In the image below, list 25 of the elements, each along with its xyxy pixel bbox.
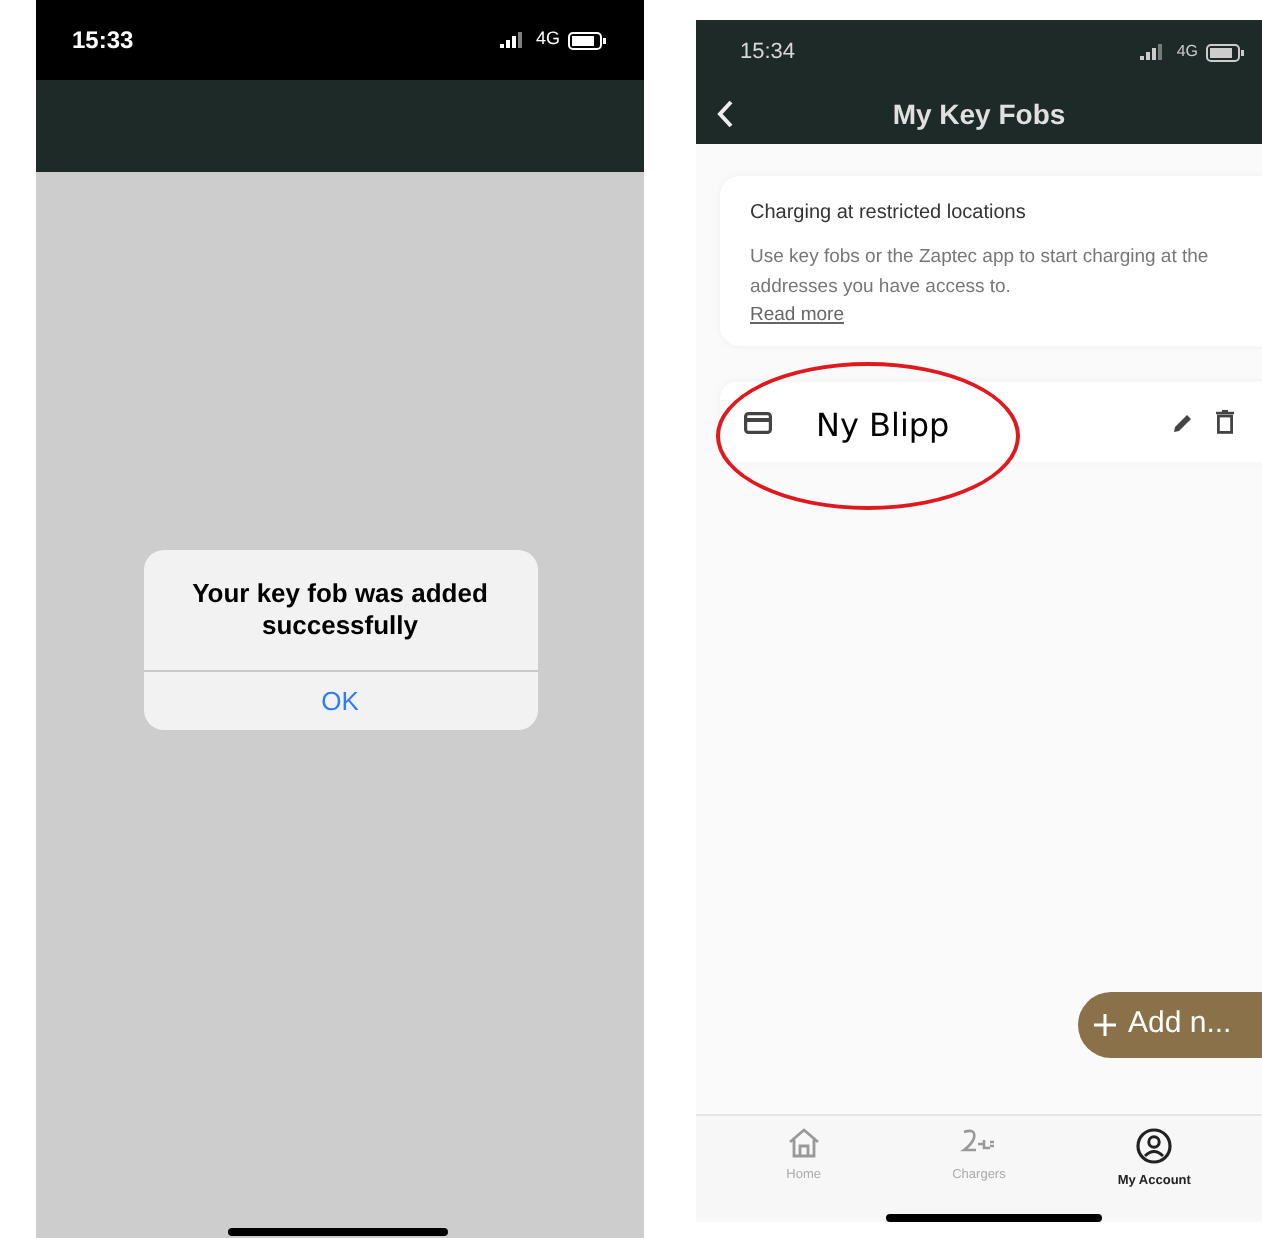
network-label: 4G bbox=[1176, 40, 1198, 64]
battery-icon bbox=[1206, 43, 1246, 61]
info-title: Charging at restricted locations bbox=[750, 200, 1028, 228]
network-label: 4G bbox=[535, 26, 560, 53]
alert-message: Your key fob was added successfully bbox=[190, 576, 490, 644]
plus-icon bbox=[1094, 1014, 1116, 1036]
signal-icon bbox=[499, 32, 528, 48]
add-new-button[interactable]: Add n... bbox=[1078, 992, 1262, 1058]
read-more-link[interactable]: Read more bbox=[750, 302, 844, 330]
back-icon bbox=[715, 100, 733, 128]
status-time: 15:33 bbox=[72, 24, 134, 58]
delete-button[interactable] bbox=[1214, 410, 1234, 434]
info-text: Use key fobs or the Zaptec app to start charging at the addresses you have access to. bbox=[750, 244, 1211, 302]
account-icon bbox=[1136, 1128, 1173, 1164]
battery-icon bbox=[568, 31, 608, 49]
status-time: 15:34 bbox=[740, 37, 796, 68]
edit-button[interactable] bbox=[1170, 410, 1194, 434]
ok-button[interactable]: OK bbox=[143, 670, 537, 730]
screen-title: My Key Fobs bbox=[892, 95, 1066, 134]
trash-icon bbox=[1215, 410, 1233, 434]
key-fob-row[interactable]: Ny Blipp bbox=[720, 382, 1262, 462]
home-icon bbox=[787, 1128, 820, 1158]
card-icon bbox=[744, 411, 772, 433]
key-fob-name: Ny Blipp bbox=[816, 404, 950, 448]
pencil-icon bbox=[1171, 411, 1193, 433]
